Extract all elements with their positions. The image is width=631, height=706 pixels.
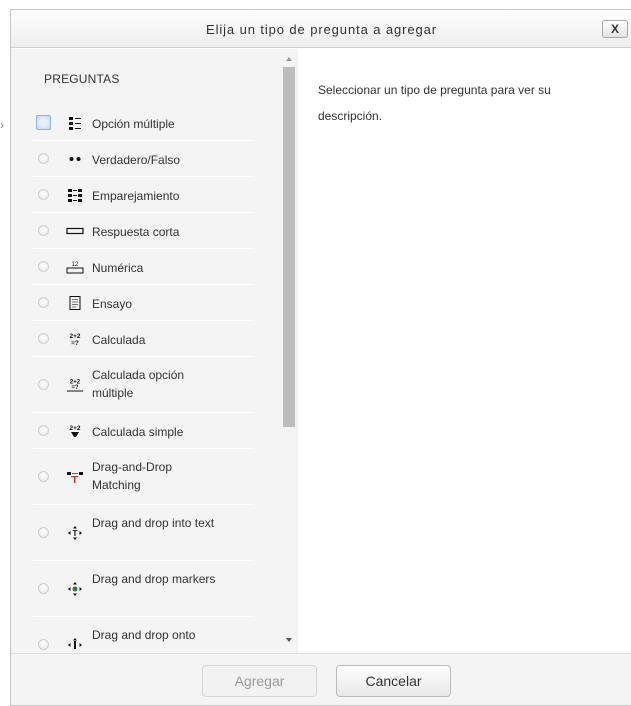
radio-calculatedmulti[interactable] <box>38 379 49 390</box>
question-type-list-panel: PREGUNTAS Opción múltiple Verdadero/Fals… <box>11 49 298 653</box>
question-type-item-calculatedmulti[interactable]: 2+2 =? Calculada opción múltiple <box>33 357 253 413</box>
question-type-label: Respuesta corta <box>92 225 180 239</box>
truefalse-icon <box>66 152 84 166</box>
question-type-item-shortanswer[interactable]: Respuesta corta <box>33 213 253 249</box>
multichoice-icon <box>66 116 84 130</box>
question-type-label: Calculada opción múltiple <box>92 368 185 400</box>
radio-essay[interactable] <box>38 297 49 308</box>
page: › Elija un tipo de pregunta a agregar X … <box>0 0 631 706</box>
question-type-dialog: Elija un tipo de pregunta a agregar X PR… <box>10 9 631 706</box>
question-type-label: Numérica <box>92 261 144 275</box>
dialog-title: Elija un tipo de pregunta a agregar <box>206 22 437 37</box>
add-button[interactable]: Agregar <box>202 665 317 697</box>
section-title-preguntas: PREGUNTAS <box>44 72 120 86</box>
question-type-label: Opción múltiple <box>92 117 175 131</box>
radio-calculated[interactable] <box>38 333 49 344</box>
question-type-label: Drag and drop into text <box>92 516 215 530</box>
calculatedsimple-icon: 2+2 <box>66 424 84 438</box>
radio-ddwtos[interactable] <box>38 527 49 538</box>
question-type-item-ddwtos[interactable]: T Drag and drop into text <box>33 505 253 561</box>
radio-match[interactable] <box>38 189 49 200</box>
match-icon <box>66 188 84 202</box>
question-type-item-essay[interactable]: Ensayo <box>33 285 253 321</box>
svg-text:2+2: 2+2 <box>69 333 80 340</box>
dialog-titlebar: Elija un tipo de pregunta a agregar X <box>11 10 631 48</box>
list-scrollbar[interactable] <box>281 49 298 653</box>
cancel-button[interactable]: Cancelar <box>336 665 451 697</box>
close-button[interactable]: X <box>602 20 628 38</box>
radio-numerical[interactable] <box>38 261 49 272</box>
question-type-item-match[interactable]: Emparejamiento <box>33 177 253 213</box>
radio-multichoice[interactable] <box>36 115 51 130</box>
ddmatch-icon <box>66 470 84 484</box>
scroll-thumb[interactable] <box>283 67 295 427</box>
svg-text:=?: =? <box>71 385 79 391</box>
question-type-item-numerical[interactable]: 12 Numérica <box>33 249 253 285</box>
question-type-label: Emparejamiento <box>92 189 180 203</box>
svg-text:=?: =? <box>71 340 79 346</box>
question-type-label: Drag-and-Drop Matching <box>92 460 173 492</box>
question-type-label: Ensayo <box>92 297 133 311</box>
ddmarker-icon <box>66 582 84 596</box>
radio-shortanswer[interactable] <box>38 225 49 236</box>
ddimageortext-icon <box>66 638 84 652</box>
question-type-label: Calculada <box>92 333 146 347</box>
numerical-icon: 12 <box>66 260 84 274</box>
calculatedmulti-icon: 2+2 =? <box>66 378 84 392</box>
description-panel: Seleccionar un tipo de pregunta para ver… <box>298 49 631 653</box>
question-type-item-ddmatch[interactable]: Drag-and-Drop Matching <box>33 449 253 505</box>
ddwtos-icon: T <box>66 526 84 540</box>
dialog-content: PREGUNTAS Opción múltiple Verdadero/Fals… <box>11 49 631 653</box>
essay-icon <box>66 296 84 310</box>
radio-calculatedsimple[interactable] <box>38 425 49 436</box>
radio-truefalse[interactable] <box>38 153 49 164</box>
question-type-list: PREGUNTAS Opción múltiple Verdadero/Fals… <box>11 49 281 653</box>
question-type-label: Verdadero/Falso <box>92 153 181 167</box>
svg-text:12: 12 <box>72 262 79 268</box>
question-type-item-truefalse[interactable]: Verdadero/Falso <box>33 141 253 177</box>
radio-ddmarker[interactable] <box>38 583 49 594</box>
scroll-down-arrow-icon[interactable] <box>286 638 292 642</box>
radio-ddmatch[interactable] <box>38 471 49 482</box>
question-type-label: Drag and drop markers <box>92 572 216 586</box>
shortanswer-icon <box>66 224 84 238</box>
question-type-item-multichoice[interactable]: Opción múltiple <box>33 105 253 141</box>
question-type-item-ddmarker[interactable]: Drag and drop markers <box>33 561 253 617</box>
question-type-label: Drag and drop onto <box>92 628 196 642</box>
background-edge-glyph: › <box>0 118 4 132</box>
question-type-item-calculated[interactable]: 2+2 =? Calculada <box>33 321 253 357</box>
radio-ddimageortext[interactable] <box>38 639 49 650</box>
close-icon: X <box>610 22 619 36</box>
dialog-footer: Agregar Cancelar <box>11 653 631 705</box>
svg-text:2+2: 2+2 <box>69 425 80 432</box>
scroll-up-arrow-icon[interactable] <box>286 57 292 61</box>
question-type-item-ddimageortext[interactable]: Drag and drop onto <box>33 617 253 653</box>
calculated-icon: 2+2 =? <box>66 332 84 346</box>
question-type-item-calculatedsimple[interactable]: 2+2 Calculada simple <box>33 413 253 449</box>
svg-text:T: T <box>73 529 78 538</box>
question-type-label: Calculada simple <box>92 425 184 439</box>
description-text: Seleccionar un tipo de pregunta para ver… <box>318 83 551 123</box>
